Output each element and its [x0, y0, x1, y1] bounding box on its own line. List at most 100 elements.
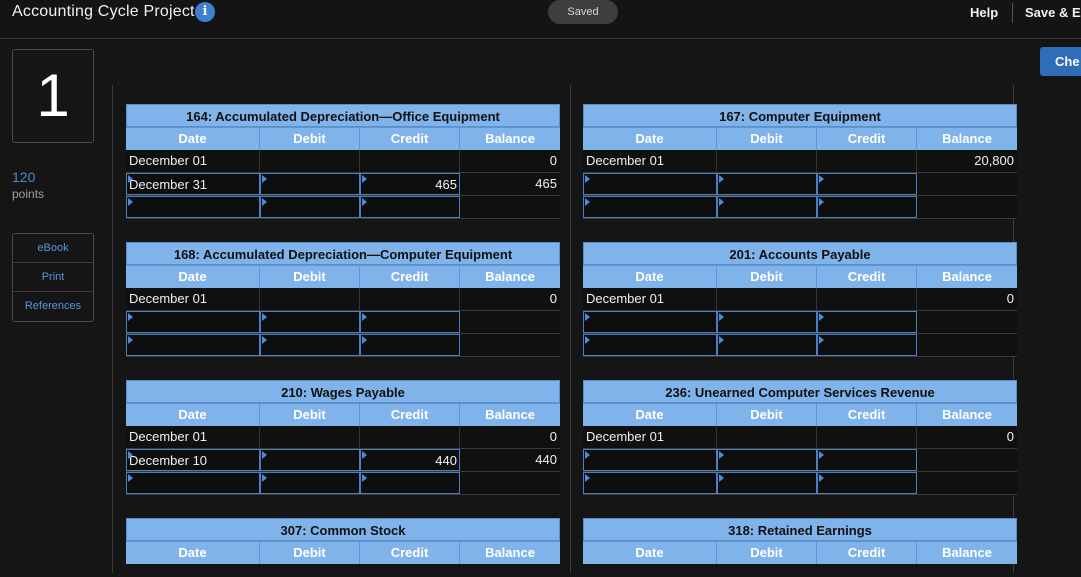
dropdown-marker-icon [719, 451, 724, 459]
ledger-row: December 31 465 465 [126, 173, 560, 196]
ledger-row [583, 196, 1017, 219]
date-input[interactable] [126, 334, 260, 356]
dropdown-marker-icon [719, 175, 724, 183]
date-cell: December 01 [583, 288, 717, 310]
ledger-row [583, 311, 1017, 334]
ledger-table: 201: Accounts Payable Date Debit Credit Bala… [583, 242, 1017, 357]
date-input[interactable] [126, 196, 260, 218]
credit-input[interactable] [817, 173, 917, 195]
print-link[interactable]: Print [13, 263, 93, 292]
ledger-header-row: Date Debit Credit Balance [126, 127, 560, 150]
column-header-credit: Credit [360, 542, 460, 564]
column-header-date: Date [583, 128, 717, 150]
column-header-balance: Balance [942, 269, 992, 284]
balance-value: 0 [1006, 429, 1014, 444]
debit-input[interactable] [260, 472, 360, 494]
credit-input[interactable] [817, 334, 917, 356]
date-value: December 01 [129, 429, 208, 444]
date-input[interactable] [583, 472, 717, 494]
ledger-title: 307: Common Stock [126, 518, 560, 541]
credit-input[interactable] [817, 472, 917, 494]
date-input[interactable] [126, 311, 260, 333]
debit-input[interactable] [260, 173, 360, 195]
column-header-debit: Debit [260, 266, 360, 288]
dropdown-marker-icon [362, 474, 367, 482]
save-exit-button[interactable]: Save & E [1025, 5, 1081, 20]
ledger-row: December 01 0 [126, 288, 560, 311]
frame-divider-left [112, 85, 113, 573]
saved-status-badge: Saved [548, 0, 618, 24]
ledger-row: December 01 20,800 [583, 150, 1017, 173]
dropdown-marker-icon [585, 313, 590, 321]
credit-input[interactable] [360, 311, 460, 333]
column-header-debit: Debit [717, 404, 817, 426]
date-cell: December 01 [126, 150, 260, 172]
date-input[interactable] [583, 334, 717, 356]
column-header-date: Date [583, 266, 717, 288]
balance-value: 465 [535, 176, 557, 191]
column-header-date: Date [126, 542, 260, 564]
credit-input[interactable]: 465 [360, 173, 460, 195]
date-input[interactable] [583, 311, 717, 333]
credit-input[interactable] [360, 196, 460, 218]
date-input[interactable] [583, 173, 717, 195]
credit-input[interactable] [817, 449, 917, 471]
debit-input[interactable] [260, 196, 360, 218]
ebook-link[interactable]: eBook [13, 234, 93, 263]
dropdown-marker-icon [819, 451, 824, 459]
date-input[interactable]: December 31 [126, 173, 260, 195]
date-input[interactable] [126, 472, 260, 494]
debit-cell [717, 150, 817, 172]
debit-input[interactable] [260, 334, 360, 356]
ledger-header-row: Date Debit Credit Balance [583, 265, 1017, 288]
ledger-row [126, 196, 560, 219]
credit-cell [360, 150, 460, 172]
balance-value: 0 [549, 291, 557, 306]
date-input[interactable]: December 10 [126, 449, 260, 471]
dropdown-marker-icon [128, 175, 133, 183]
credit-cell [360, 426, 460, 448]
balance-cell: 0 [917, 426, 1017, 448]
help-link[interactable]: Help [970, 5, 998, 20]
debit-input[interactable] [717, 334, 817, 356]
debit-input[interactable] [717, 449, 817, 471]
ledger-header-row: Date Debit Credit Balance [126, 265, 560, 288]
credit-input[interactable] [817, 311, 917, 333]
column-header-credit: Credit [360, 128, 460, 150]
column-header-credit: Credit [817, 266, 917, 288]
debit-cell [717, 288, 817, 310]
ledger-table: 168: Accumulated Depreciation—Computer E… [126, 242, 560, 357]
date-cell: December 01 [126, 288, 260, 310]
question-number: 1 [12, 49, 94, 143]
ledger-table: 164: Accumulated Depreciation—Office Equ… [126, 104, 560, 219]
date-input[interactable] [583, 196, 717, 218]
date-input[interactable] [583, 449, 717, 471]
debit-input[interactable] [717, 472, 817, 494]
info-icon[interactable]: i [195, 2, 215, 22]
credit-input[interactable]: 440 [360, 449, 460, 471]
dropdown-marker-icon [719, 198, 724, 206]
date-value: December 01 [586, 429, 665, 444]
credit-input[interactable] [360, 334, 460, 356]
debit-input[interactable] [717, 196, 817, 218]
credit-input[interactable] [817, 196, 917, 218]
balance-cell: 0 [460, 426, 560, 448]
column-header-date: Date [583, 542, 717, 564]
debit-input[interactable] [717, 173, 817, 195]
column-header-debit: Debit [717, 542, 817, 564]
debit-input[interactable] [260, 311, 360, 333]
ledger-title: 201: Accounts Payable [583, 242, 1017, 265]
ledger-table: 236: Unearned Computer Services Revenue D… [583, 380, 1017, 495]
date-cell: December 01 [583, 150, 717, 172]
column-header-date: Date [126, 128, 260, 150]
balance-cell [460, 311, 560, 333]
debit-input[interactable] [717, 311, 817, 333]
debit-input[interactable] [260, 449, 360, 471]
dropdown-marker-icon [585, 451, 590, 459]
points-label: points [12, 187, 45, 201]
column-header-date: Date [583, 404, 717, 426]
credit-input[interactable] [360, 472, 460, 494]
check-work-button[interactable]: Che [1040, 47, 1081, 76]
ledger-header-row: Date Debit Credit Balance [583, 403, 1017, 426]
references-link[interactable]: References [13, 292, 93, 321]
